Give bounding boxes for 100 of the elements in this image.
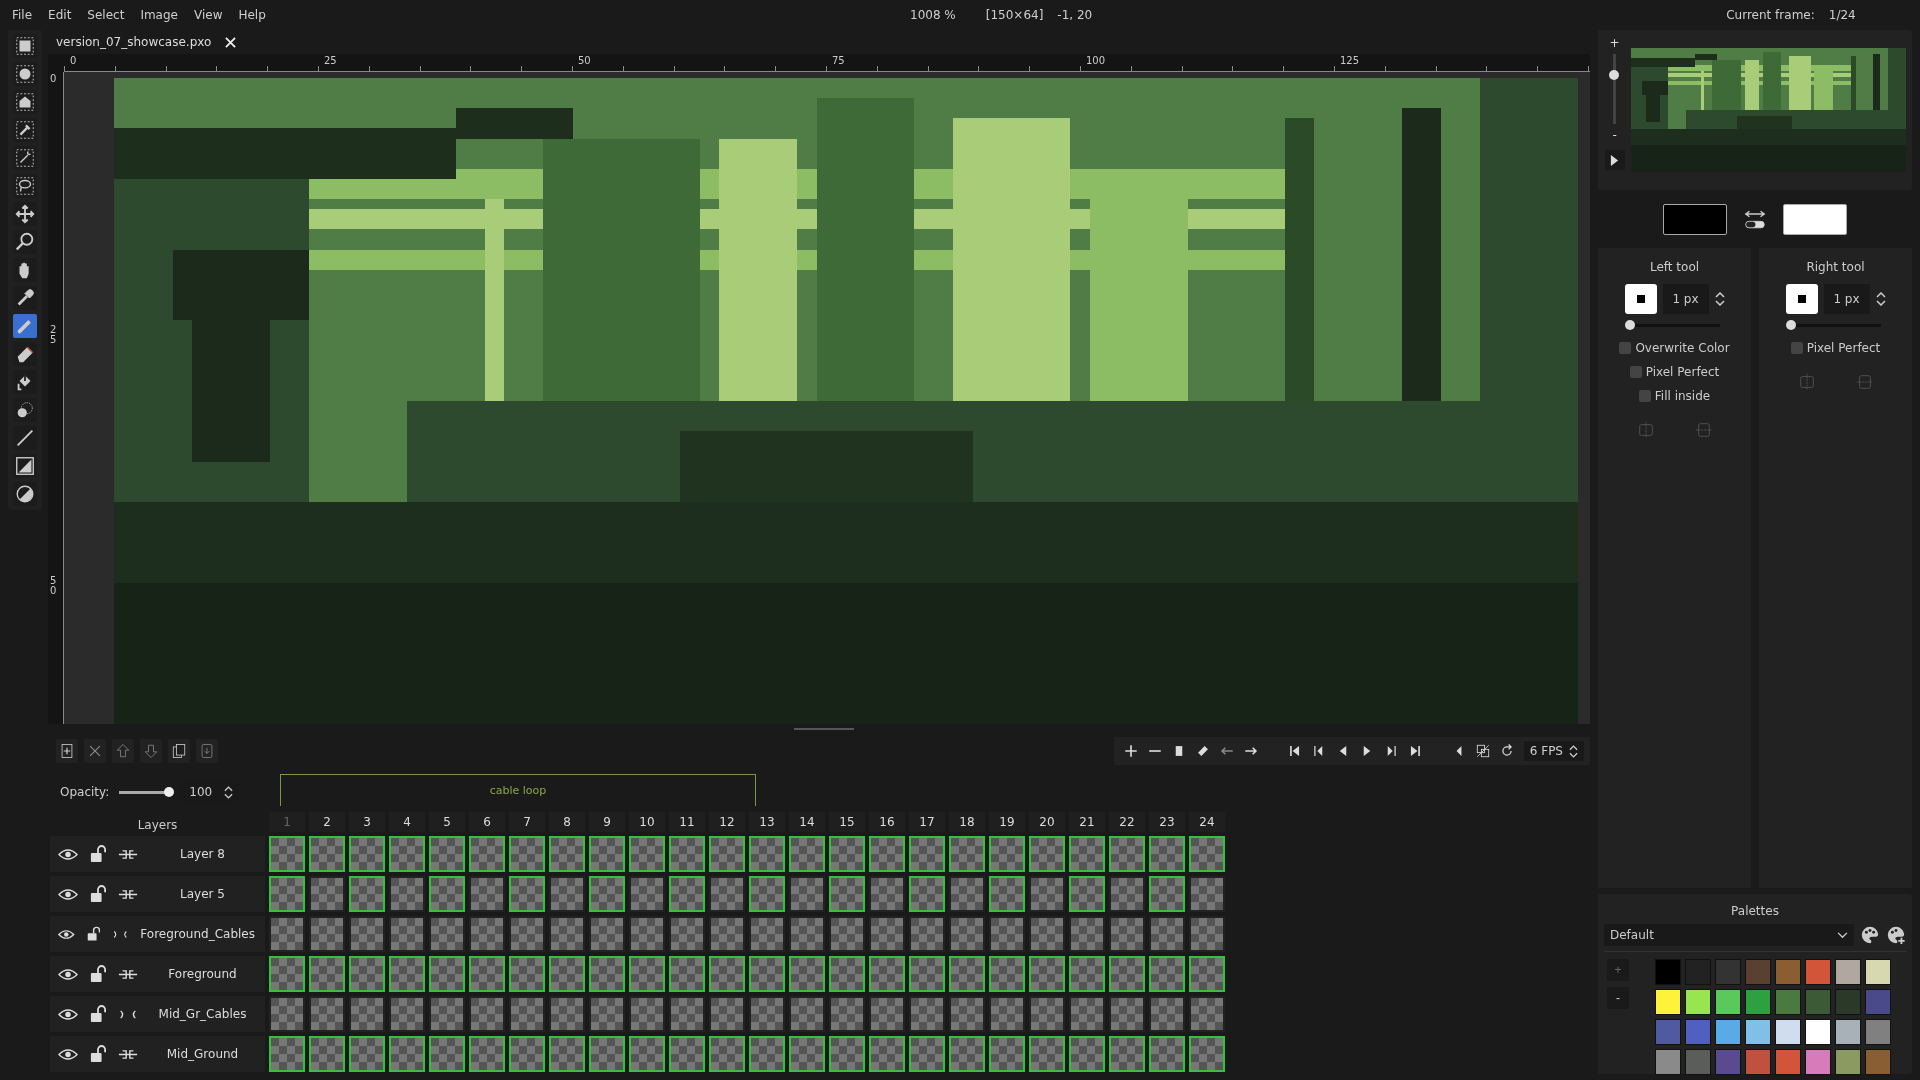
eye-icon[interactable]: [58, 1047, 78, 1061]
frame-cel[interactable]: [909, 956, 945, 992]
frame-number[interactable]: 18: [949, 812, 985, 832]
frame-number[interactable]: 20: [1029, 812, 1065, 832]
palette-swatch[interactable]: [1745, 989, 1771, 1015]
layer-row[interactable]: Foreground_Cables: [50, 916, 265, 952]
menu-item[interactable]: File: [12, 8, 33, 22]
unlink-icon[interactable]: [111, 928, 129, 940]
palette-swatch[interactable]: [1715, 989, 1741, 1015]
add-layer-icon[interactable]: [56, 739, 78, 763]
frame-cel[interactable]: [309, 956, 345, 992]
frame-cel[interactable]: [1109, 916, 1145, 952]
close-icon[interactable]: [225, 36, 237, 48]
frame-cel[interactable]: [789, 836, 825, 872]
frame-cel[interactable]: [509, 1036, 545, 1072]
palette-swatch[interactable]: [1835, 989, 1861, 1015]
frame-cel[interactable]: [309, 876, 345, 912]
frame-cel[interactable]: [989, 916, 1025, 952]
palette-swatch[interactable]: [1685, 1019, 1711, 1045]
frame-number[interactable]: 2: [309, 812, 345, 832]
frame-cel[interactable]: [1149, 876, 1185, 912]
palette-swatch[interactable]: [1865, 1019, 1891, 1045]
brush-size-field[interactable]: 1 px: [1662, 284, 1709, 314]
frame-cel[interactable]: [1109, 876, 1145, 912]
lasso-selection-icon[interactable]: [13, 174, 37, 198]
frame-cel[interactable]: [709, 836, 745, 872]
frame-cel[interactable]: [509, 836, 545, 872]
layer-row[interactable]: Mid_Gr_Cables: [50, 996, 265, 1032]
frame-cel[interactable]: [1189, 996, 1225, 1032]
frame-cel[interactable]: [589, 916, 625, 952]
frame-cel[interactable]: [829, 1036, 865, 1072]
frame-number[interactable]: 23: [1149, 812, 1185, 832]
frame-number[interactable]: 12: [709, 812, 745, 832]
menu-item[interactable]: Help: [238, 8, 266, 22]
frame-cel[interactable]: [989, 1036, 1025, 1072]
frame-number[interactable]: 7: [509, 812, 545, 832]
frame-number[interactable]: 4: [389, 812, 425, 832]
lock-open-icon[interactable]: [90, 1045, 106, 1063]
frame-cel[interactable]: [269, 956, 305, 992]
frame-cel[interactable]: [1109, 1036, 1145, 1072]
link-icon[interactable]: [118, 968, 138, 980]
frame-number[interactable]: 14: [789, 812, 825, 832]
menu-item[interactable]: Edit: [48, 8, 72, 22]
frame-number[interactable]: 15: [829, 812, 865, 832]
eye-icon[interactable]: [58, 847, 78, 861]
frame-cel[interactable]: [549, 996, 585, 1032]
dropper-selection-icon[interactable]: [13, 118, 37, 142]
frame-cel[interactable]: [349, 916, 385, 952]
frame-cel[interactable]: [1029, 876, 1065, 912]
frame-cel[interactable]: [429, 956, 465, 992]
palette-swatch[interactable]: [1685, 989, 1711, 1015]
frame-cel[interactable]: [1069, 836, 1105, 872]
menu-item[interactable]: View: [193, 8, 223, 22]
brush-size-field[interactable]: 1 px: [1823, 284, 1870, 314]
frame-cel[interactable]: [1069, 876, 1105, 912]
frame-cel[interactable]: [389, 956, 425, 992]
frame-cel[interactable]: [789, 876, 825, 912]
palette-swatch[interactable]: [1775, 1019, 1801, 1045]
palette-icon[interactable]: [1860, 925, 1880, 945]
zoom-icon[interactable]: [13, 230, 37, 254]
frame-cel[interactable]: [1029, 836, 1065, 872]
frame-cel[interactable]: [589, 996, 625, 1032]
animation-tag[interactable]: cable loop: [280, 774, 756, 806]
frame-cel[interactable]: [949, 836, 985, 872]
frame-cel[interactable]: [389, 1036, 425, 1072]
frame-cel[interactable]: [549, 1036, 585, 1072]
frame-cel[interactable]: [869, 876, 905, 912]
palette-swatch[interactable]: [1745, 959, 1771, 985]
eyedropper-icon[interactable]: [13, 286, 37, 310]
lock-open-icon[interactable]: [90, 845, 106, 863]
frame-cel[interactable]: [749, 836, 785, 872]
frame-cel[interactable]: [709, 916, 745, 952]
frame-cel[interactable]: [349, 956, 385, 992]
frame-number[interactable]: 3: [349, 812, 385, 832]
frame-cel[interactable]: [989, 956, 1025, 992]
palette-swatch[interactable]: [1745, 1049, 1771, 1075]
palette-swatch[interactable]: [1775, 989, 1801, 1015]
palette-swatch[interactable]: [1805, 959, 1831, 985]
frame-cel[interactable]: [789, 996, 825, 1032]
frame-cel[interactable]: [629, 836, 665, 872]
clone-layer-icon[interactable]: [168, 739, 190, 763]
frame-cel[interactable]: [1149, 996, 1185, 1032]
frame-cel[interactable]: [589, 1036, 625, 1072]
frame-cel[interactable]: [509, 996, 545, 1032]
frame-number[interactable]: 22: [1109, 812, 1145, 832]
frame-cel[interactable]: [909, 836, 945, 872]
frame-cel[interactable]: [469, 836, 505, 872]
frame-cel[interactable]: [669, 876, 705, 912]
palette-swatch[interactable]: [1805, 1049, 1831, 1075]
frame-cel[interactable]: [349, 836, 385, 872]
frame-cel[interactable]: [829, 836, 865, 872]
palette-swatch[interactable]: [1685, 1049, 1711, 1075]
frame-cel[interactable]: [389, 836, 425, 872]
frame-cel[interactable]: [669, 916, 705, 952]
frame-cel[interactable]: [1189, 876, 1225, 912]
frame-cel[interactable]: [909, 876, 945, 912]
frame-cel[interactable]: [509, 956, 545, 992]
frame-cel[interactable]: [469, 876, 505, 912]
frame-cel[interactable]: [1109, 996, 1145, 1032]
frame-cel[interactable]: [1029, 996, 1065, 1032]
